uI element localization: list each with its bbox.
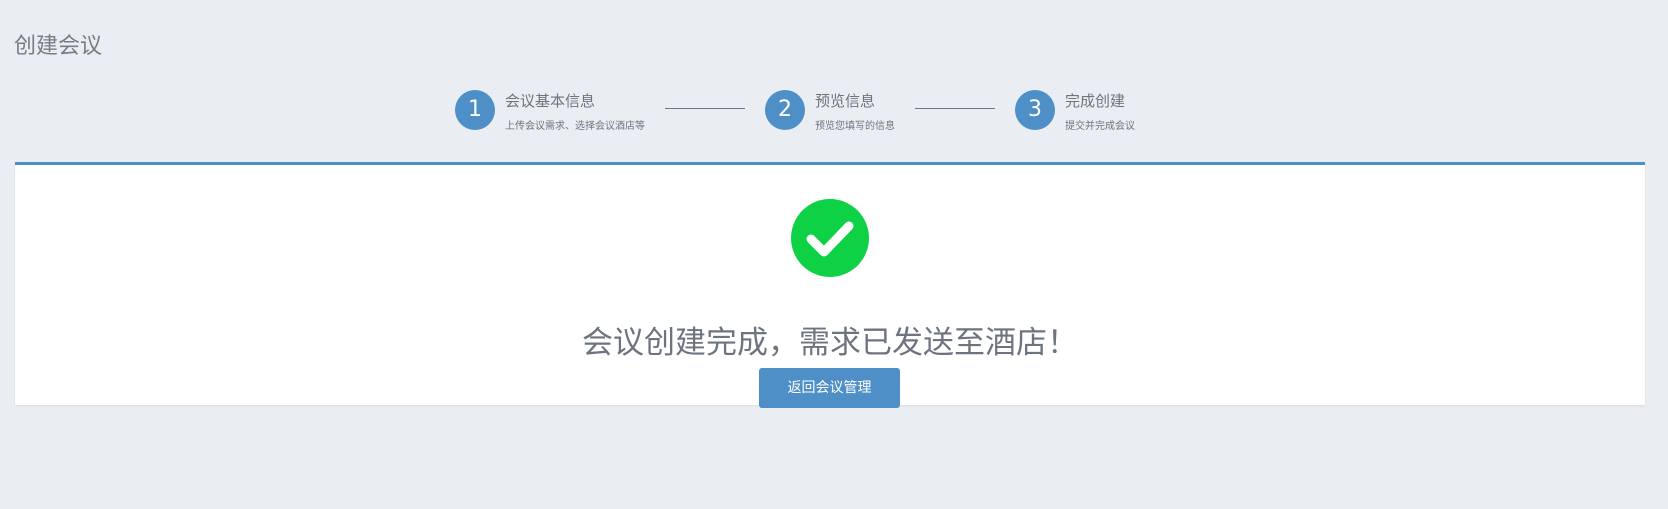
step-3-subtitle: 提交并完成会议	[1065, 121, 1135, 132]
step-connector-2	[915, 108, 995, 109]
step-2-subtitle: 预览您填写的信息	[815, 121, 895, 132]
step-1: 1 会议基本信息 上传会议需求、选择会议酒店等	[455, 90, 655, 132]
result-card: 会议创建完成，需求已发送至酒店！ 返回会议管理	[15, 162, 1645, 408]
step-2-title: 预览信息	[815, 92, 876, 110]
page-title: 创建会议	[14, 34, 103, 59]
step-1-number: 1	[455, 90, 495, 130]
step-1-subtitle: 上传会议需求、选择会议酒店等	[505, 121, 645, 132]
step-3-title: 完成创建	[1065, 92, 1126, 110]
step-3-number: 3	[1015, 90, 1055, 130]
check-circle-icon	[791, 199, 869, 277]
step-3: 3 完成创建 提交并完成会议	[1015, 90, 1165, 132]
back-to-meeting-management-button[interactable]: 返回会议管理	[759, 368, 900, 408]
step-2-number: 2	[765, 90, 805, 130]
step-connector-1	[665, 108, 745, 109]
step-2: 2 预览信息 预览您填写的信息	[765, 90, 915, 132]
step-1-title: 会议基本信息	[505, 92, 596, 110]
success-message: 会议创建完成，需求已发送至酒店！	[582, 325, 1078, 361]
